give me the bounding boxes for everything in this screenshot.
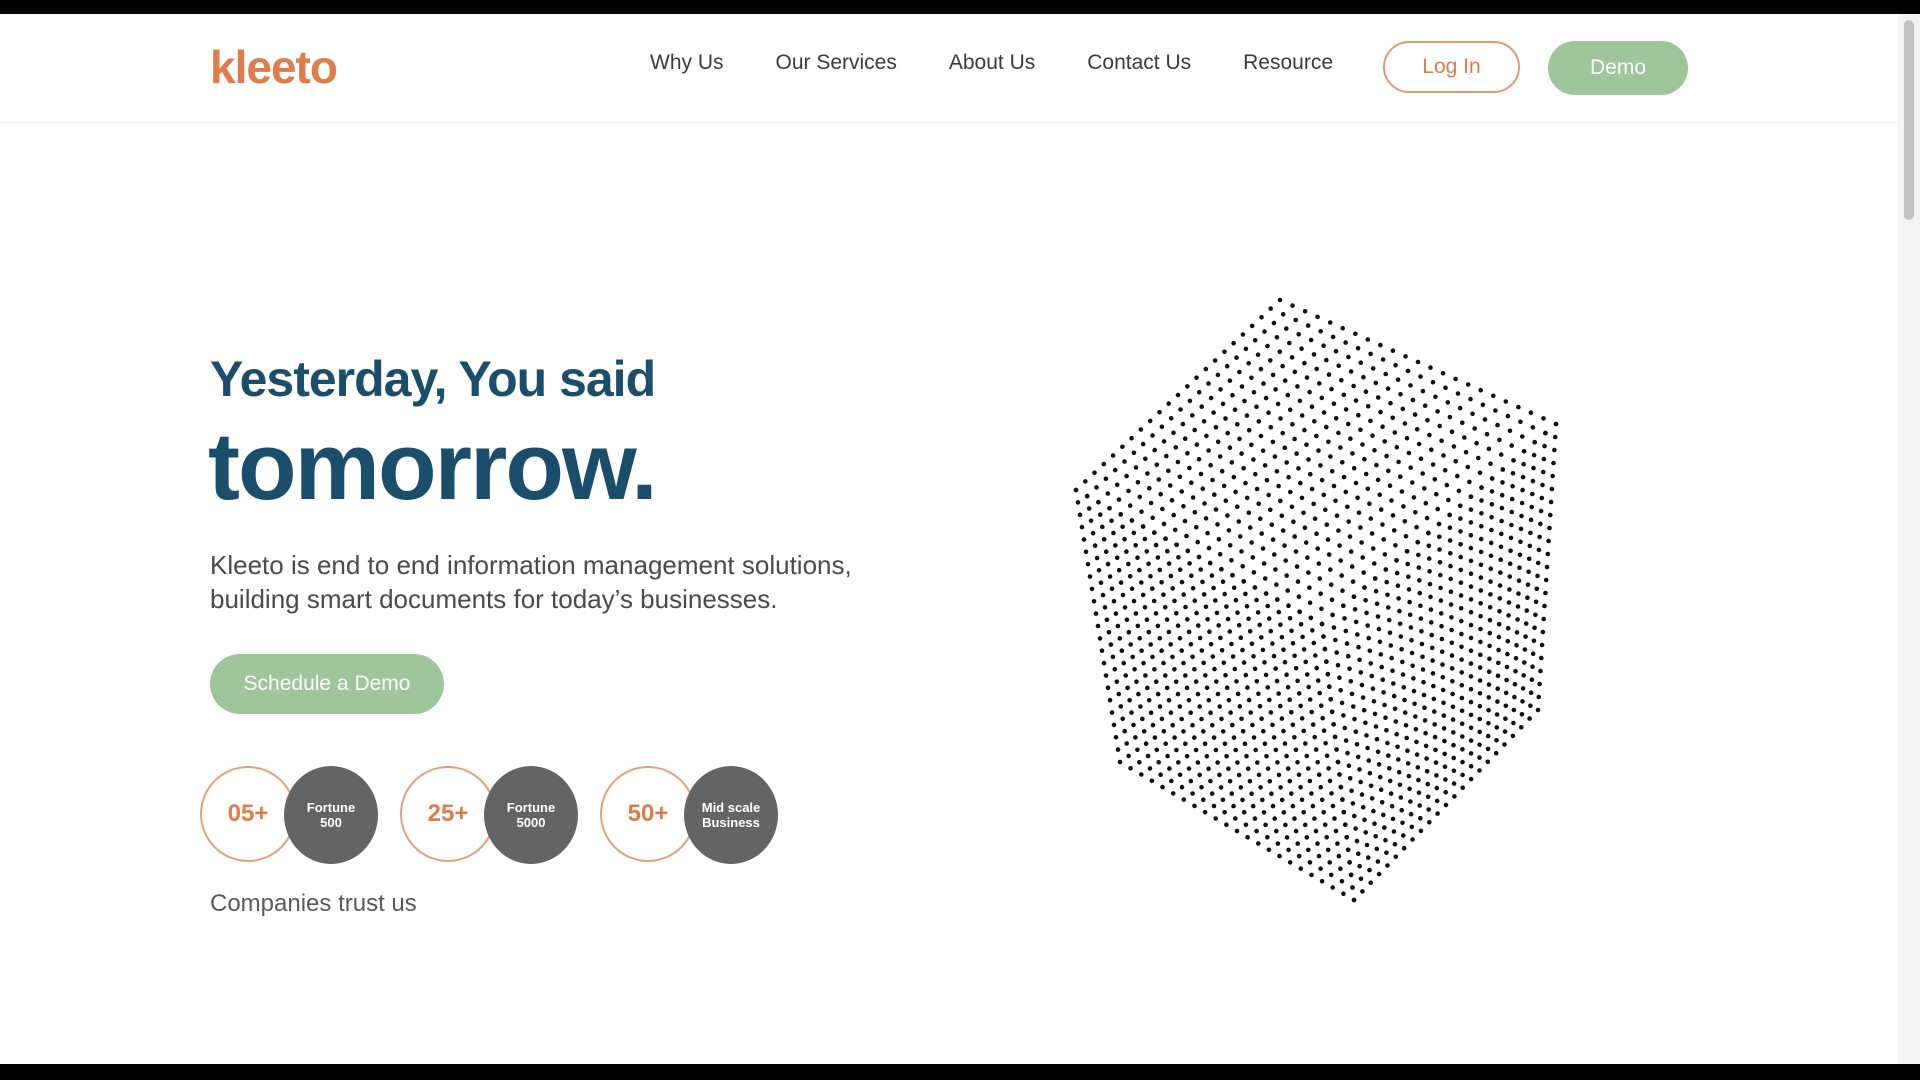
kleeto-logo[interactable]: kleeto: [210, 41, 338, 93]
scrollbar-thumb[interactable]: [1904, 20, 1914, 220]
stat-label: Fortune 5000: [484, 766, 578, 864]
stat-count: 05+: [200, 766, 296, 862]
main-nav: Why Us Our Services About Us Contact Us …: [650, 52, 1385, 73]
schedule-demo-button[interactable]: Schedule a Demo: [210, 654, 444, 714]
nav-our-services[interactable]: Our Services: [776, 52, 897, 73]
hero-description-line-1: Kleeto is end to end information managem…: [210, 550, 852, 580]
logo-text: kleeto: [210, 41, 338, 93]
hero-subtitle: Yesterday, You said: [210, 351, 656, 407]
hero-title: tomorrow.: [208, 413, 658, 520]
stat-mid-scale: 50+ Mid scale Business: [600, 766, 780, 866]
nav-why-us[interactable]: Why Us: [650, 52, 724, 73]
hero-description: Kleeto is end to end information managem…: [210, 548, 910, 616]
vertical-scrollbar[interactable]: [1898, 14, 1920, 1064]
dotted-cube-icon: [1073, 297, 1559, 903]
nav-about-us[interactable]: About Us: [949, 52, 1035, 73]
stat-fortune-5000: 25+ Fortune 5000: [400, 766, 580, 866]
stat-count: 50+: [600, 766, 696, 862]
nav-resource[interactable]: Resource: [1243, 52, 1333, 73]
stat-fortune-500: 05+ Fortune 500: [200, 766, 380, 866]
hero-description-line-2: building smart documents for today’s bus…: [210, 584, 778, 614]
companies-trust-text: Companies trust us: [210, 890, 417, 917]
stat-label: Mid scale Business: [684, 766, 778, 864]
demo-button[interactable]: Demo: [1548, 41, 1688, 95]
stat-count: 25+: [400, 766, 496, 862]
login-button[interactable]: Log In: [1383, 41, 1520, 93]
browser-viewport: kleeto Why Us Our Services About Us Cont…: [0, 14, 1920, 1064]
stat-label: Fortune 500: [284, 766, 378, 864]
nav-contact-us[interactable]: Contact Us: [1087, 52, 1191, 73]
site-header: kleeto Why Us Our Services About Us Cont…: [0, 14, 1898, 123]
